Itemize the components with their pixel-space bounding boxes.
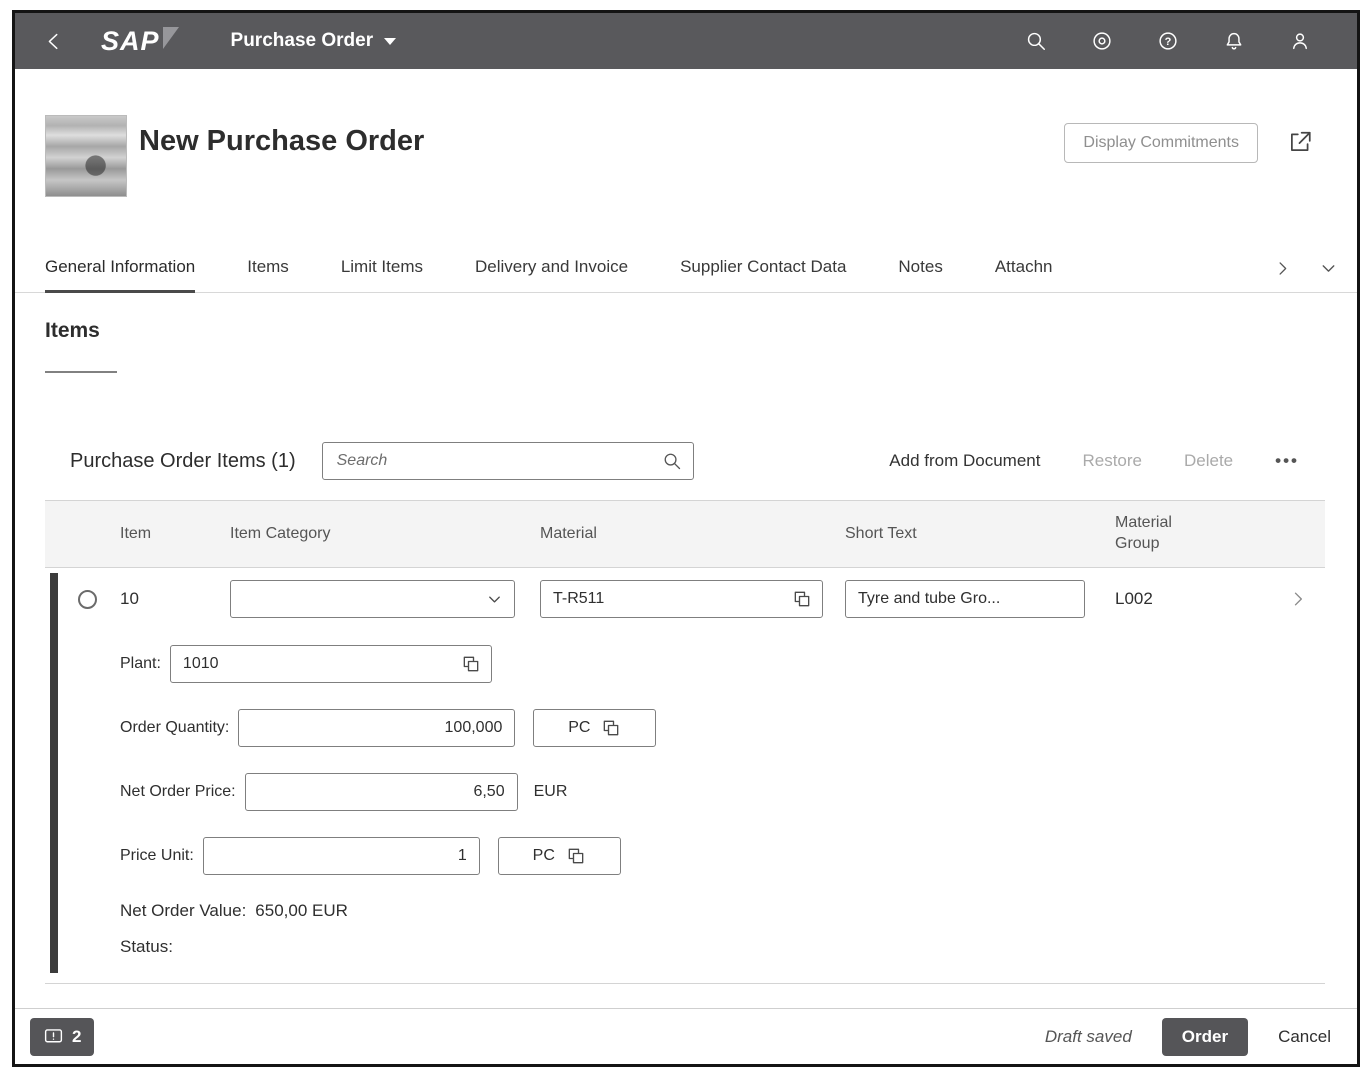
chevron-down-icon [384, 37, 397, 45]
net-order-price-currency: EUR [533, 783, 568, 800]
row-chevron-right-icon[interactable] [1288, 589, 1308, 609]
tab-items[interactable]: Items [247, 257, 289, 292]
status-label: Status: [120, 937, 173, 956]
app-title: Purchase Order [230, 30, 374, 51]
price-unit-input[interactable] [215, 838, 469, 874]
messages-count: 2 [72, 1026, 82, 1046]
row-select-radio[interactable] [78, 589, 97, 609]
items-toolbar-actions: Add from Document Restore Delete ••• [889, 451, 1299, 471]
messages-button[interactable]: 2 [30, 1017, 95, 1056]
message-popover-icon [43, 1026, 64, 1047]
product-thumbnail [45, 115, 127, 197]
search-icon[interactable] [1025, 30, 1047, 52]
cancel-button[interactable]: Cancel [1278, 1027, 1331, 1047]
order-button[interactable]: Order [1161, 1017, 1249, 1056]
tab-limit-items[interactable]: Limit Items [341, 257, 423, 292]
tab-attachments[interactable]: Attachn [995, 257, 1053, 292]
app-title-menu[interactable]: Purchase Order [231, 30, 397, 52]
page-title: New Purchase Order [139, 125, 425, 157]
sap-logo: SAP [101, 26, 179, 57]
po-item-row: 10 L002 [45, 568, 1325, 984]
price-unit-field[interactable] [202, 837, 480, 875]
order-quantity-unit: PC [568, 719, 591, 736]
search-input[interactable] [322, 452, 662, 470]
tab-general-information[interactable]: General Information [45, 257, 196, 293]
item-category-select[interactable] [230, 580, 515, 618]
column-item-category: Item Category [230, 524, 331, 542]
app-window: SAP Purchase Order New Purchase Order Di… [12, 10, 1360, 1067]
net-order-price-field[interactable] [244, 773, 518, 811]
display-commitments-button[interactable]: Display Commitments [1064, 123, 1258, 163]
share-button[interactable] [1287, 129, 1313, 155]
items-toolbar: Purchase Order Items (1) Add from Docume… [15, 438, 1357, 484]
tab-supplier-contact-data[interactable]: Supplier Contact Data [680, 257, 846, 292]
tab-delivery-and-invoice[interactable]: Delivery and Invoice [475, 257, 628, 292]
search-icon[interactable] [662, 451, 682, 471]
plant-field[interactable] [169, 645, 492, 683]
item-number: 10 [120, 589, 139, 608]
plant-label: Plant: [120, 655, 161, 672]
profile-icon[interactable] [1289, 30, 1311, 52]
short-text-field[interactable] [845, 580, 1085, 618]
value-help-icon[interactable] [566, 846, 586, 866]
item-category-input[interactable] [243, 581, 477, 617]
footer-bar: 2 Draft saved Order Cancel [15, 1008, 1357, 1064]
column-material-group: Material Group [1115, 514, 1172, 552]
copilot-icon[interactable] [1091, 30, 1113, 52]
material-field[interactable] [540, 580, 823, 618]
value-help-icon[interactable] [461, 654, 481, 674]
delete-button[interactable]: Delete [1184, 451, 1233, 471]
share-icon [1287, 129, 1313, 155]
net-order-value: 650,00 EUR [255, 901, 348, 920]
column-item: Item [120, 524, 152, 542]
value-help-icon[interactable] [601, 718, 621, 738]
price-unit-label: Price Unit: [120, 847, 194, 864]
chevron-left-icon [43, 30, 65, 52]
net-order-price-label: Net Order Price: [120, 783, 236, 800]
column-short-text: Short Text [845, 524, 917, 542]
price-unit-unit-field[interactable]: PC [497, 837, 621, 875]
material-group-value: L002 [1115, 589, 1153, 608]
order-quantity-input[interactable] [251, 710, 505, 746]
footer-actions: Draft saved Order Cancel [1044, 1017, 1331, 1056]
value-help-icon[interactable] [792, 589, 812, 609]
shell-actions [1025, 30, 1311, 52]
chevron-down-icon[interactable] [485, 590, 504, 609]
tabs-overflow-right-icon[interactable] [1273, 259, 1292, 278]
draft-status: Draft saved [1044, 1026, 1132, 1046]
items-table-title: Purchase Order Items (1) [70, 449, 296, 472]
short-text-input[interactable] [858, 581, 1074, 617]
section-title-items: Items [45, 319, 100, 342]
order-quantity-unit-field[interactable]: PC [533, 709, 657, 747]
page-header: New Purchase Order Display Commitments [15, 69, 1357, 239]
material-input[interactable] [553, 581, 784, 617]
order-quantity-label: Order Quantity: [120, 719, 230, 736]
shell-bar: SAP Purchase Order [15, 13, 1357, 69]
restore-button[interactable]: Restore [1082, 451, 1142, 471]
tab-strip-controls [1273, 258, 1339, 292]
purchase-order-items-table: Item Item Category Material Short Text M… [45, 500, 1325, 984]
notifications-icon[interactable] [1223, 30, 1245, 52]
price-unit-unit: PC [532, 847, 555, 864]
plant-input[interactable] [182, 646, 453, 682]
add-from-document-button[interactable]: Add from Document [889, 451, 1040, 471]
tab-strip: General Information Items Limit Items De… [15, 239, 1357, 293]
row-details: Plant: Order Quantity: PC [45, 630, 1325, 957]
help-icon[interactable] [1157, 30, 1179, 52]
net-order-price-input[interactable] [257, 774, 507, 810]
table-header-row: Item Item Category Material Short Text M… [45, 500, 1325, 568]
tab-notes[interactable]: Notes [898, 257, 942, 292]
collapse-header-icon[interactable] [1318, 258, 1339, 279]
back-button[interactable] [43, 30, 65, 52]
search-field[interactable] [321, 442, 694, 480]
section-title-underline [45, 371, 117, 373]
column-material: Material [540, 524, 597, 542]
row-highlight-bar [50, 573, 58, 973]
overflow-button[interactable]: ••• [1275, 451, 1299, 471]
order-quantity-field[interactable] [238, 709, 516, 747]
net-order-value-label: Net Order Value: [120, 901, 247, 920]
